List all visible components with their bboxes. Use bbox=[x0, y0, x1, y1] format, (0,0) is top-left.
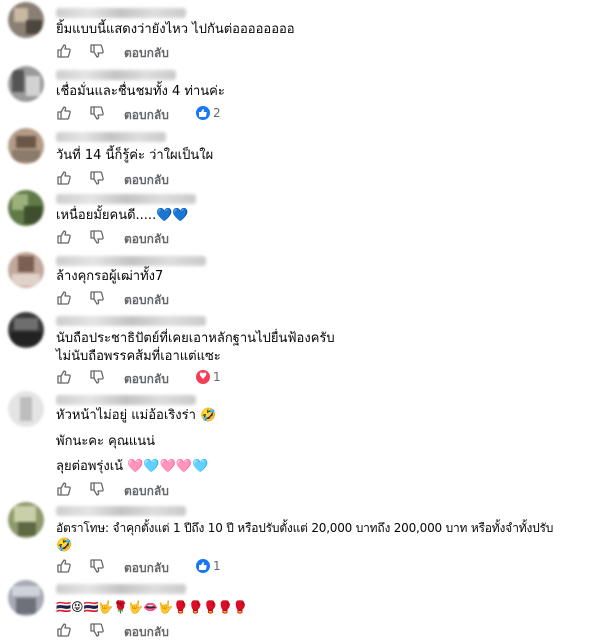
comment-text: พักนะคะ คุณแนน่ bbox=[56, 434, 156, 449]
commenter-name[interactable] bbox=[56, 70, 176, 80]
reply-button[interactable]: ตอบกลับ bbox=[124, 171, 169, 190]
comment-text: ยิ้มแบบนี้แสดงว่ายังไหว ไปกันต่ออออออออ bbox=[56, 22, 295, 37]
reaction-count: 1 bbox=[213, 559, 221, 573]
comment-text: นับถือประชาธิปัตย์ที่เคยเอาหลักฐานไปยื่น… bbox=[56, 331, 335, 346]
reply-button[interactable]: ตอบกลับ bbox=[124, 623, 169, 642]
like-icon[interactable] bbox=[56, 105, 72, 121]
avatar[interactable] bbox=[8, 128, 44, 164]
commenter-name[interactable] bbox=[56, 316, 206, 326]
comment-text: เหนื่อยมั้ยคนดี.....💙💙 bbox=[56, 208, 189, 223]
commenter-name[interactable] bbox=[56, 256, 206, 266]
reply-button[interactable]: ตอบกลับ bbox=[124, 106, 169, 125]
reaction-summary[interactable]: 1 bbox=[196, 558, 226, 574]
dislike-icon[interactable] bbox=[89, 43, 105, 59]
reaction-summary[interactable]: 2 bbox=[196, 105, 226, 121]
thumb-icon bbox=[199, 109, 207, 117]
dislike-icon[interactable] bbox=[89, 558, 105, 574]
dislike-icon[interactable] bbox=[89, 290, 105, 306]
commenter-name[interactable] bbox=[56, 584, 186, 594]
like-icon[interactable] bbox=[56, 481, 72, 497]
thumb-icon bbox=[199, 562, 207, 570]
like-icon[interactable] bbox=[56, 622, 72, 638]
comment-text: อัตราโทษ: จำคุกตั้งแต่ 1 ปีถึง 10 ปี หรื… bbox=[56, 521, 554, 535]
comment-text: 🇹🇭😝🇹🇭🤟🌹🤟👄🤟🥊🥊🥊🥊🥊 bbox=[56, 600, 248, 614]
heart-icon: ♥ bbox=[199, 372, 208, 382]
comment-text: หัวหน้าไม่อยู่ แม่อ้อเริงร่า 🤣 bbox=[56, 408, 217, 423]
dislike-icon[interactable] bbox=[89, 229, 105, 245]
avatar[interactable] bbox=[8, 190, 44, 226]
commenter-name[interactable] bbox=[56, 395, 196, 405]
like-icon[interactable] bbox=[56, 369, 72, 385]
reply-button[interactable]: ตอบกลับ bbox=[124, 291, 169, 310]
dislike-icon[interactable] bbox=[89, 622, 105, 638]
reply-button[interactable]: ตอบกลับ bbox=[124, 559, 169, 578]
commenter-name[interactable] bbox=[56, 506, 186, 516]
comment-text: เชื่อมั่นและชื่นชมทั้ง 4 ท่านค่ะ bbox=[56, 84, 225, 99]
commenter-name[interactable] bbox=[56, 8, 186, 18]
dislike-icon[interactable] bbox=[89, 170, 105, 186]
avatar[interactable] bbox=[8, 391, 44, 427]
reply-button[interactable]: ตอบกลับ bbox=[124, 230, 169, 249]
comment-text: 🤣 bbox=[56, 538, 73, 553]
commenter-name[interactable] bbox=[56, 194, 196, 204]
avatar[interactable] bbox=[8, 502, 44, 538]
comment-text: ล้างคุกรอผู้เฒ่าทั้ง7 bbox=[56, 269, 164, 284]
reaction-count: 2 bbox=[213, 106, 221, 120]
dislike-icon[interactable] bbox=[89, 369, 105, 385]
like-icon[interactable] bbox=[56, 290, 72, 306]
like-icon[interactable] bbox=[56, 558, 72, 574]
like-icon[interactable] bbox=[56, 229, 72, 245]
avatar[interactable] bbox=[8, 252, 44, 288]
comment-text: ไม่นับถือพรรคส้มที่เอาแต่แซะ bbox=[56, 349, 221, 364]
avatar[interactable] bbox=[8, 66, 44, 102]
reaction-summary[interactable]: ♥ 1 bbox=[196, 369, 226, 385]
dislike-icon[interactable] bbox=[89, 481, 105, 497]
like-icon[interactable] bbox=[56, 43, 72, 59]
reply-button[interactable]: ตอบกลับ bbox=[124, 370, 169, 389]
avatar[interactable] bbox=[8, 580, 44, 616]
comment-text: ลุยต่อพรุ่งเน้ 🩷🩵🩷🩷🩵 bbox=[56, 459, 209, 474]
avatar[interactable] bbox=[8, 2, 44, 38]
dislike-icon[interactable] bbox=[89, 105, 105, 121]
reply-button[interactable]: ตอบกลับ bbox=[124, 44, 169, 63]
like-icon[interactable] bbox=[56, 170, 72, 186]
comment-text: วันที่ 14 นี้ก็รู้ค่ะ ว่าใผเป็นใผ bbox=[56, 148, 214, 163]
avatar[interactable] bbox=[8, 312, 44, 348]
reaction-count: 1 bbox=[213, 370, 221, 384]
commenter-name[interactable] bbox=[56, 132, 166, 142]
reply-button[interactable]: ตอบกลับ bbox=[124, 482, 169, 501]
